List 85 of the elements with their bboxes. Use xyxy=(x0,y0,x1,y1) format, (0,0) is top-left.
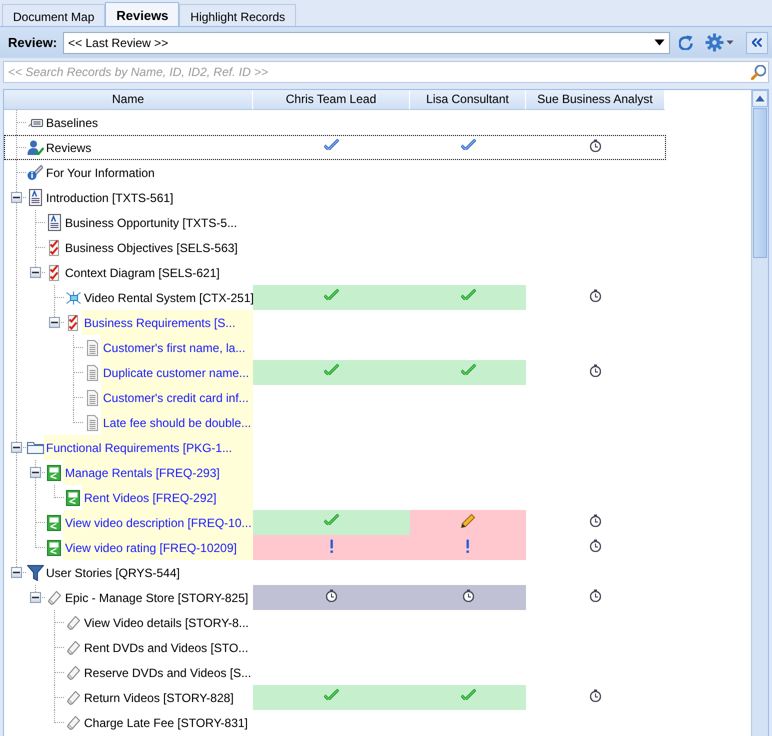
settings-button[interactable] xyxy=(705,33,734,52)
tree-item[interactable]: Business Requirements [S... xyxy=(82,310,253,335)
tree-row[interactable]: Reviews xyxy=(4,135,666,160)
refresh-icon xyxy=(679,35,693,50)
document-icon xyxy=(48,214,60,231)
filter-icon xyxy=(26,564,44,580)
search-icon xyxy=(751,64,766,80)
check-icon xyxy=(460,289,476,300)
tree-item[interactable]: Functional Requirements [PKG-1... xyxy=(44,435,253,460)
tree-item[interactable]: Introduction [TXTS-561] xyxy=(44,185,253,210)
stopwatch-icon xyxy=(462,589,474,602)
tree-item[interactable]: View Video details [STORY-8... xyxy=(82,610,253,635)
caret-icon xyxy=(654,39,666,46)
collapse-toggle-icon[interactable] xyxy=(30,267,41,278)
tree-item[interactable]: Business Opportunity [TXTS-5... xyxy=(63,210,253,235)
checklist-icon xyxy=(68,314,78,330)
collapse-toggle-icon[interactable] xyxy=(49,317,60,328)
tree-item[interactable]: Reviews xyxy=(44,135,253,160)
document-icon xyxy=(47,540,61,556)
column-header[interactable]: Lisa Consultant xyxy=(410,90,526,110)
column-header[interactable]: Chris Team Lead xyxy=(253,90,410,110)
checklist-icon xyxy=(49,264,59,280)
tree-item[interactable]: Epic - Manage Store [STORY-825] xyxy=(63,585,253,610)
checklist-icon xyxy=(49,240,59,256)
check-icon xyxy=(324,364,339,375)
tree-item[interactable]: Context Diagram [SELS-621] xyxy=(63,260,253,285)
text-document-icon xyxy=(86,364,98,380)
tree-item[interactable]: View video description [FREQ-10... xyxy=(63,510,254,535)
double-chevron-icon xyxy=(752,38,762,47)
tree-item[interactable]: Charge Late Fee [STORY-831] xyxy=(82,710,253,735)
column-header[interactable]: Name xyxy=(4,90,253,110)
text-document-icon xyxy=(86,390,98,406)
person-check-icon xyxy=(26,140,44,156)
tree-item[interactable]: View video rating [FREQ-10209] xyxy=(63,535,253,560)
exclamation-icon xyxy=(330,539,334,554)
refresh-button[interactable] xyxy=(679,35,693,50)
tree-item[interactable]: For Your Information xyxy=(44,160,253,185)
tree-item[interactable]: Rent Videos [FREQ-292] xyxy=(82,485,253,510)
folder-icon xyxy=(26,442,44,454)
document-icon xyxy=(47,464,61,480)
check-icon xyxy=(460,364,476,375)
review-dropdown[interactable]: << Last Review >> xyxy=(63,32,670,54)
text-document-icon xyxy=(86,340,98,356)
collapse-toggle-icon[interactable] xyxy=(11,192,22,203)
pencil-icon xyxy=(461,514,475,528)
arrow-up-icon xyxy=(755,95,765,102)
diagram-icon xyxy=(66,290,80,304)
tree-item[interactable]: Customer's credit card inf... xyxy=(101,385,253,410)
tree-item[interactable]: Late fee should be double... xyxy=(101,410,254,435)
tab[interactable]: Highlight Records xyxy=(179,4,296,26)
tree-item[interactable]: Reserve DVDs and Videos [S... xyxy=(82,660,254,685)
tree-item[interactable]: Return Videos [STORY-828] xyxy=(82,685,253,710)
scrollbar[interactable] xyxy=(751,90,768,736)
document-icon xyxy=(66,490,80,506)
search-box[interactable]: << Search Records by Name, ID, ID2, Ref. ID >> xyxy=(3,61,769,83)
tree-item[interactable]: Rent DVDs and Videos [STO... xyxy=(82,635,253,660)
exclamation-icon xyxy=(466,539,470,554)
tree-item[interactable]: Customer's first name, la... xyxy=(101,335,253,360)
document-icon xyxy=(47,514,61,530)
text-document-icon xyxy=(86,414,98,430)
collapse-toggle-icon[interactable] xyxy=(11,442,22,453)
check-icon xyxy=(324,289,339,300)
document-icon xyxy=(28,189,42,206)
collapse-toggle-icon[interactable] xyxy=(30,467,41,478)
collapse-button[interactable] xyxy=(746,32,768,54)
card-icon xyxy=(28,118,42,126)
check-icon xyxy=(324,689,339,700)
tree-item[interactable]: User Stories [QRYS-544] xyxy=(44,560,253,585)
scrollbar-thumb[interactable] xyxy=(753,108,767,258)
column-header[interactable]: Sue Business Analyst xyxy=(526,90,665,110)
info-icon xyxy=(26,164,44,180)
tree-item[interactable]: Video Rental System [CTX-251] xyxy=(82,285,256,310)
tree-item[interactable]: Baselines xyxy=(44,110,253,135)
check-icon xyxy=(460,689,476,700)
stopwatch-icon xyxy=(326,589,337,602)
tree-item[interactable]: Duplicate customer name... xyxy=(101,360,253,385)
tab[interactable]: Reviews xyxy=(105,2,180,26)
tab[interactable]: Document Map xyxy=(2,4,106,26)
collapse-toggle-icon[interactable] xyxy=(30,592,41,603)
tree-item[interactable]: Manage Rentals [FREQ-293] xyxy=(63,460,253,485)
check-icon xyxy=(324,514,339,525)
gear-icon xyxy=(705,33,734,52)
collapse-toggle-icon[interactable] xyxy=(11,567,22,578)
review-label: Review: xyxy=(8,34,58,52)
tree-item[interactable]: Business Objectives [SELS-563] xyxy=(63,235,253,260)
